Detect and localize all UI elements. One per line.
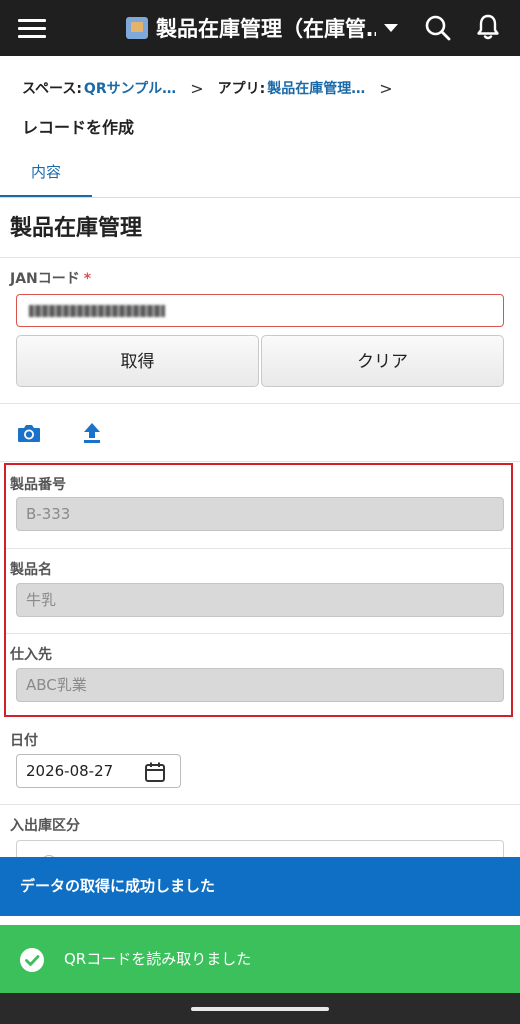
jan-code-label: JANコード * [10,268,91,288]
app-selector[interactable]: 製品在庫管理（在庫管… [126,12,398,44]
camera-icon[interactable] [16,420,42,446]
tab-divider [0,197,520,198]
supplier-field: ABC乳業 [16,668,504,702]
calendar-icon[interactable] [144,761,166,783]
search-icon[interactable] [424,14,452,42]
divider [6,633,511,634]
dropdown-caret-icon [384,24,398,32]
jan-code-label-text: JANコード [10,271,80,287]
qr-toast: QRコードを読み取りました [0,925,520,993]
required-mark: * [83,271,92,287]
product-number-label: 製品番号 [10,477,66,493]
system-nav-bar [0,993,520,1024]
tab-content[interactable]: 内容 [0,146,92,198]
success-toast: データの取得に成功しました [0,857,520,916]
app-icon [126,17,148,39]
breadcrumb-app-link[interactable]: 製品在庫管理… [267,78,365,98]
divider [0,461,520,462]
breadcrumb-space-label: スペース: [22,81,82,97]
in-out-category-label: 入出庫区分 [10,818,80,834]
supplier-label: 仕入先 [10,647,52,663]
form-title: 製品在庫管理 [10,216,143,241]
divider [6,548,511,549]
product-number-field: B-333 [16,497,504,531]
qr-toast-text: QRコードを読み取りました [64,950,252,968]
home-indicator[interactable] [191,1007,329,1011]
top-app-bar: 製品在庫管理（在庫管… [0,0,520,56]
app-title: 製品在庫管理（在庫管… [156,17,376,41]
jan-code-value-redacted [29,305,165,317]
page-heading: レコードを作成 [22,118,135,137]
check-circle-icon [20,948,44,972]
upload-icon[interactable] [79,420,105,446]
breadcrumb-chevron-icon: > [379,78,393,98]
get-button[interactable]: 取得 [16,335,259,387]
jan-code-input[interactable] [16,294,504,327]
breadcrumb: スペース: QRサンプル… > アプリ: 製品在庫管理… > [22,78,407,98]
divider [0,257,520,258]
menu-icon[interactable] [18,14,46,42]
date-value: 2026-08-27 [26,762,114,780]
product-name-label: 製品名 [10,562,52,578]
divider [0,403,520,404]
divider [0,804,520,805]
date-label: 日付 [10,733,38,749]
date-input[interactable]: 2026-08-27 [16,754,181,788]
breadcrumb-chevron-icon: > [190,78,204,98]
bell-icon[interactable] [474,13,502,41]
breadcrumb-app-label: アプリ: [217,81,266,97]
product-name-field: 牛乳 [16,583,504,617]
breadcrumb-space-link[interactable]: QRサンプル… [84,78,176,98]
clear-button[interactable]: クリア [261,335,504,387]
